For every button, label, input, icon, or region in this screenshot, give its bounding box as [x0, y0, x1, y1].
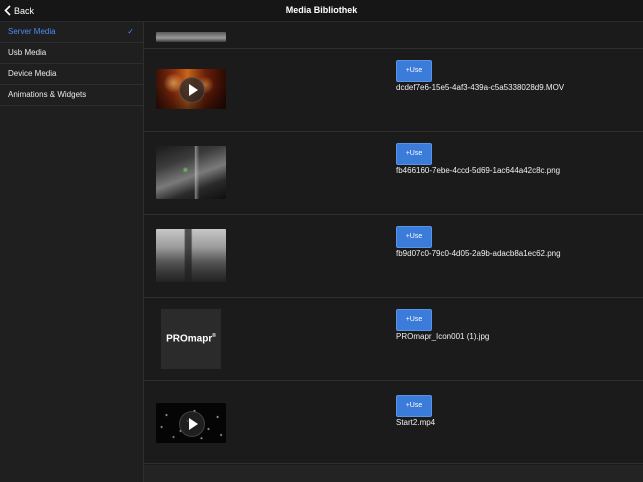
- play-icon: [179, 411, 205, 437]
- sidebar-item-label: Animations & Widgets: [8, 90, 87, 99]
- sidebar-item-usb-media[interactable]: Usb Media: [0, 43, 143, 64]
- sidebar-item-label: Usb Media: [8, 48, 47, 57]
- play-icon: [179, 77, 205, 103]
- file-name: dcdef7e6-15e5-4af3-439a-c5a5338028d9.MOV: [396, 83, 565, 92]
- image-thumbnail[interactable]: [156, 229, 226, 282]
- media-list[interactable]: +Use dcdef7e6-15e5-4af3-439a-c5a5338028d…: [144, 22, 643, 482]
- file-name: fb466160-7ebe-4ccd-5d69-1ac644a42c8c.png: [396, 166, 561, 175]
- image-thumbnail[interactable]: [156, 146, 226, 199]
- use-button[interactable]: +Use: [396, 226, 432, 248]
- file-name: PROmapr_Icon001 (1).jpg: [396, 332, 490, 341]
- sidebar-item-server-media[interactable]: Server Media ✓: [0, 22, 143, 43]
- sidebar-item-label: Server Media: [8, 27, 56, 36]
- file-name: fb9d07c0-79c0-4d05-2a9b-adacb8a1ec62.png: [396, 249, 561, 258]
- sidebar-item-label: Device Media: [8, 69, 57, 78]
- page-title: Media Bibliothek: [285, 5, 358, 15]
- video-thumbnail[interactable]: [156, 403, 226, 443]
- list-item: +Use fb466160-7ebe-4ccd-5d69-1ac644a42c8…: [144, 132, 643, 215]
- list-item: PROmapr® +Use PROmapr_Icon001 (1).jpg: [144, 298, 643, 381]
- file-name: Start2.mp4: [396, 418, 436, 427]
- checkmark-icon: ✓: [127, 27, 134, 36]
- promapr-logo: PROmapr®: [166, 333, 216, 345]
- list-item: +Use fb9d07c0-79c0-4d05-2a9b-adacb8a1ec6…: [144, 215, 643, 298]
- use-button[interactable]: +Use: [396, 60, 432, 82]
- video-thumbnail[interactable]: [156, 69, 226, 109]
- sidebar: Server Media ✓ Usb Media Device Media An…: [0, 22, 144, 482]
- use-button[interactable]: +Use: [396, 143, 432, 165]
- logo-thumbnail[interactable]: PROmapr®: [161, 309, 221, 369]
- use-button[interactable]: +Use: [396, 309, 432, 331]
- list-item: [144, 22, 643, 49]
- image-thumbnail: [156, 32, 226, 42]
- use-button[interactable]: +Use: [396, 395, 432, 417]
- list-item: +Use Start2.mp4: [144, 381, 643, 464]
- list-footer: [144, 465, 643, 482]
- sidebar-item-device-media[interactable]: Device Media: [0, 64, 143, 85]
- sidebar-item-animations-widgets[interactable]: Animations & Widgets: [0, 85, 143, 106]
- navigation-bar: Back Media Bibliothek: [0, 0, 643, 22]
- list-item: +Use dcdef7e6-15e5-4af3-439a-c5a5338028d…: [144, 49, 643, 132]
